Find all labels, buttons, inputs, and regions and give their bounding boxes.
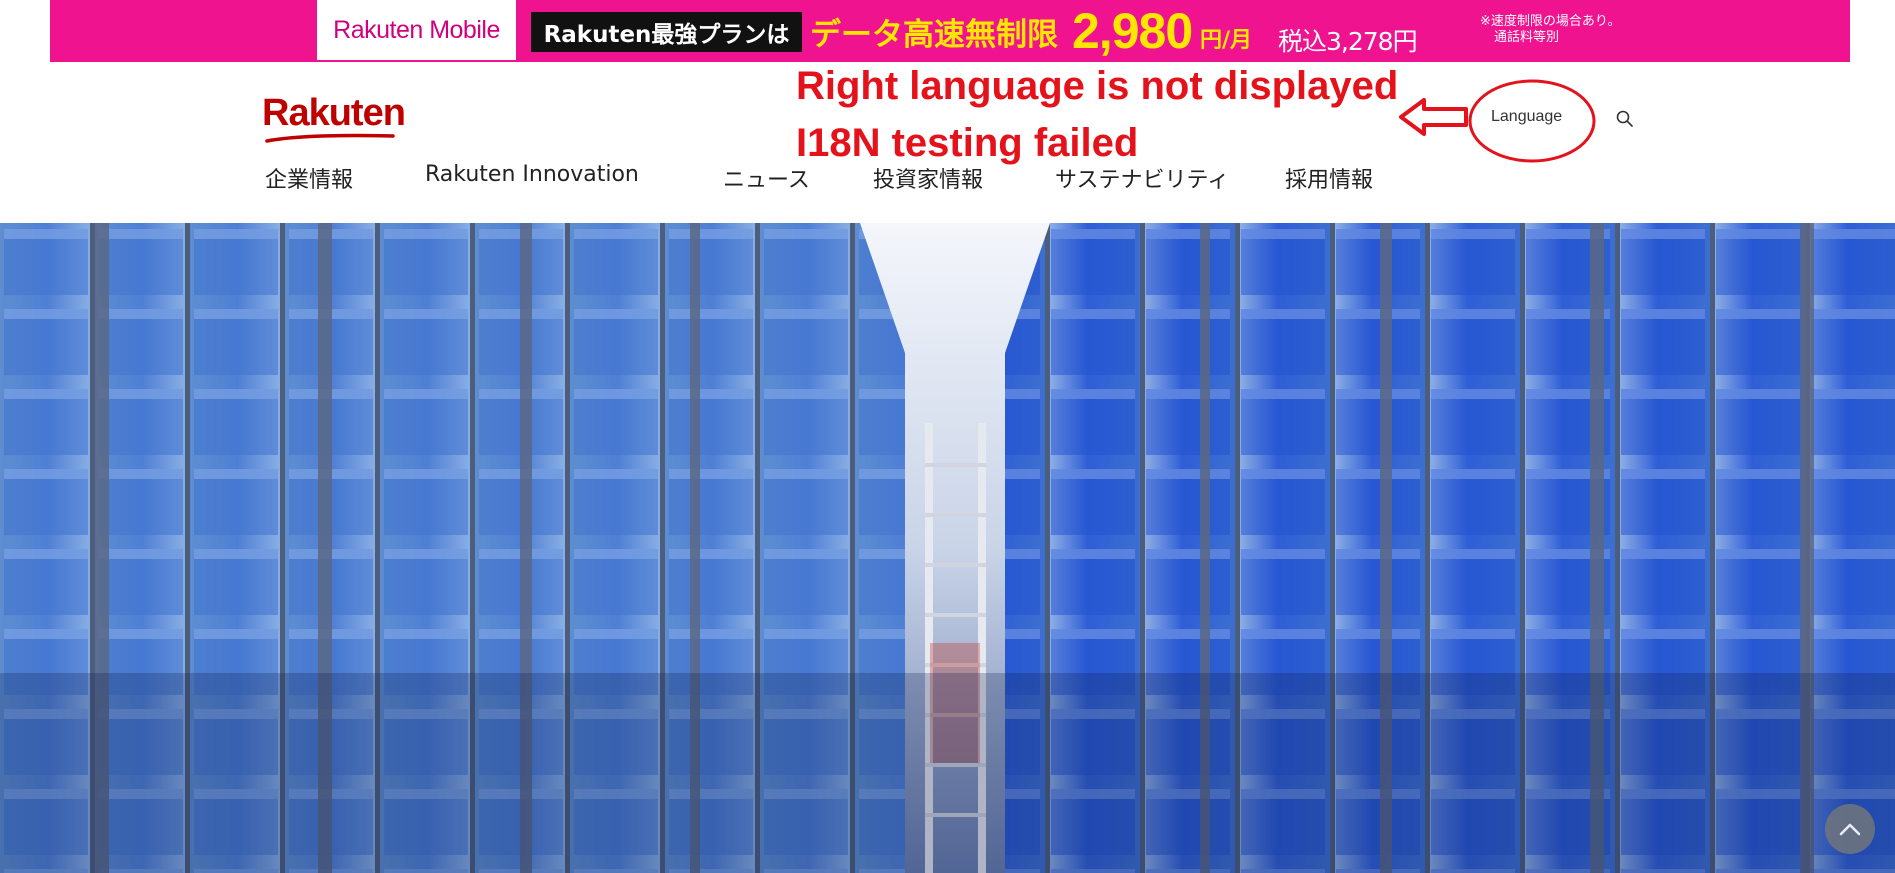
hero-image [0, 223, 1895, 873]
nav-item-company[interactable]: 企業情報 [265, 162, 353, 194]
nav-item-sustainability[interactable]: サステナビリティ [1055, 162, 1229, 194]
nav-item-news[interactable]: ニュース [723, 162, 810, 194]
annotation-line-1: Right language is not displayed [796, 64, 1399, 108]
chevron-up-icon [1839, 823, 1861, 836]
nav-item-careers[interactable]: 採用情報 [1285, 162, 1373, 194]
promo-note: ※速度制限の場合あり。 通話料等別 [1480, 14, 1680, 46]
rakuten-mobile-logo: Rakuten Mobile [317, 0, 516, 60]
promo-banner[interactable]: Rakuten Mobile Rakuten最強プランは データ高速無制限 2,… [50, 0, 1850, 62]
search-icon[interactable] [1616, 110, 1634, 128]
promo-price: 2,980 [1072, 3, 1193, 59]
nav-item-investors[interactable]: 投資家情報 [873, 162, 983, 194]
promo-note-line2: 通話料等別 [1494, 30, 1560, 45]
scroll-to-top-button[interactable] [1825, 804, 1875, 854]
language-selector[interactable]: Language [1491, 108, 1562, 130]
promo-unlimited-text: データ高速無制限 [810, 16, 1058, 53]
promo-price-unit: 円/月 [1200, 28, 1253, 53]
promo-tax-included: 税込3,278円 [1278, 27, 1418, 56]
annotation-arrow-icon [1399, 98, 1468, 136]
nav-item-innovation[interactable]: Rakuten Innovation [425, 162, 639, 187]
annotation-line-2: I18N testing failed [796, 121, 1139, 165]
promo-note-line1: ※速度制限の場合あり。 [1480, 14, 1621, 29]
main-nav: 企業情報 Rakuten Innovation ニュース 投資家情報 サステナビ… [265, 162, 1465, 194]
logo-swoosh-icon [265, 133, 395, 143]
promo-plan-label: Rakuten最強プランは [531, 12, 802, 52]
